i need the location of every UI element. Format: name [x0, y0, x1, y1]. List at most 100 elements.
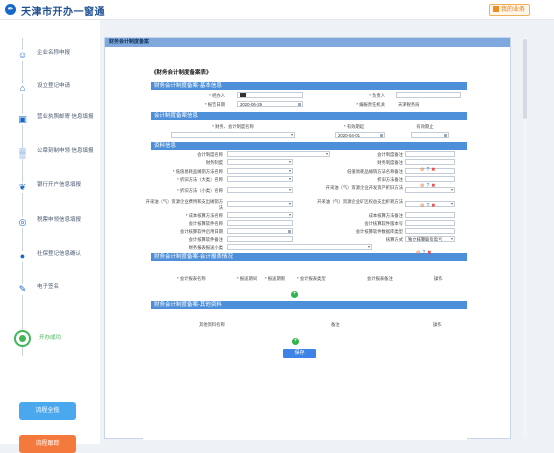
success-dot-icon — [14, 330, 31, 347]
table-header: 其他资料名称 — [199, 322, 225, 327]
add-other-button[interactable]: + — [292, 338, 299, 345]
settings-icon[interactable]: ⚙ — [420, 167, 424, 173]
data-label: 会计核算软件名称 — [188, 221, 223, 226]
my-business-button[interactable]: 我的业务 — [489, 4, 531, 16]
cost-method-select[interactable] — [227, 212, 293, 218]
tax-office-label: * 编报责任机关 — [356, 102, 385, 107]
help-icon[interactable]: ? — [426, 167, 429, 173]
leader-label: * 负责人 — [369, 93, 385, 98]
step-success[interactable]: 开办成功 — [14, 330, 97, 347]
home-icon: ⌂ — [17, 83, 28, 94]
table-header: * 会计报表类型 — [297, 276, 326, 281]
step-registration[interactable]: ⌂ 设立登记申请 — [17, 81, 97, 97]
settings-icon[interactable]: ⚙ — [420, 183, 424, 189]
data-label: 会计制度名称 — [197, 152, 223, 157]
license-icon: ▣ — [17, 114, 28, 125]
step-seal[interactable]: ▒ 公章刻制申领 信息填报 — [17, 146, 97, 162]
accounting-system-select[interactable] — [227, 151, 330, 157]
leader-input[interactable] — [396, 92, 461, 98]
process-overview-button[interactable]: 流程全揽 — [19, 402, 76, 420]
report-subtype-select[interactable] — [227, 244, 372, 250]
form-title: 《财务会计制度备案表》 — [151, 70, 212, 76]
main-panel: 财务会计制度备案 《财务会计制度备案表》 财务会计制度备案-基本信息 * 经办人… — [104, 37, 511, 440]
step-tax-invoice[interactable]: ◎ 税票申领信息填报 — [17, 215, 97, 231]
report-date-label: * 报告日期 — [204, 102, 225, 107]
data-label: 核算方式 — [385, 237, 403, 242]
row-toolbar: ⚙? ✖ — [420, 167, 437, 173]
table-header: 会计报表备注 — [367, 276, 393, 281]
step-social-security[interactable]: ● 社保登记信息确认 — [17, 249, 97, 265]
save-button[interactable]: 保存 — [283, 349, 316, 358]
seal-icon: ▒ — [17, 148, 28, 159]
software-version-input[interactable] — [405, 220, 455, 226]
data-label: 财务报表报送小类 — [188, 245, 223, 250]
scroll-thumb[interactable] — [523, 39, 527, 119]
depreciation-minor-select[interactable] — [227, 187, 293, 193]
settings-icon[interactable]: ⚙ — [420, 203, 424, 209]
step-license-mail[interactable]: ▣ 营业执照邮寄 信息填报 — [17, 112, 97, 128]
delete-icon[interactable]: ✖ — [427, 250, 431, 256]
panel-title: 财务会计制度备案 — [105, 38, 510, 47]
cost-remark-input[interactable] — [405, 212, 455, 218]
filing-form: 《财务会计制度备案表》 财务会计制度备案-基本信息 * 经办人 ██ * 负责人… — [143, 62, 467, 440]
invoice-icon: ◎ — [17, 217, 28, 228]
step-name-declaration[interactable]: ☺ 企业名称申报 — [17, 48, 97, 64]
finance-remark-input[interactable] — [405, 159, 455, 165]
system-name-select[interactable] — [171, 132, 295, 138]
operator-input[interactable]: ██ — [237, 92, 303, 98]
data-label: * 成本核算方法名称 — [185, 213, 223, 218]
delete-icon[interactable]: ✖ — [431, 183, 435, 189]
accounting-mode-select[interactable]: 独立核算联负盈亏 — [405, 236, 455, 242]
software-start-date-input[interactable] — [227, 228, 293, 234]
table-header: * 会计报表名称 — [177, 276, 206, 281]
data-label: 会计核算软件版本号 — [364, 221, 403, 226]
data-label: 成本核算方法备注 — [368, 213, 403, 218]
finance-system-select[interactable] — [227, 159, 293, 165]
depreciation-remark-input[interactable] — [405, 176, 455, 182]
effective-to-input[interactable] — [411, 132, 449, 138]
settings-icon[interactable]: ⚙ — [416, 250, 420, 256]
delete-icon[interactable]: ✖ — [431, 167, 435, 173]
table-header: 备注 — [331, 322, 340, 327]
effective-from-input[interactable]: 2020-04-01 — [335, 132, 385, 138]
help-icon[interactable]: ? — [422, 250, 425, 256]
add-report-button[interactable]: + — [291, 291, 298, 298]
report-date-input[interactable]: 2020-06-29 — [237, 101, 303, 107]
data-label: 财务制度 — [205, 160, 223, 165]
help-icon[interactable]: ? — [426, 203, 429, 209]
data-label: 折旧方法备注 — [377, 177, 403, 182]
help-icon[interactable]: ? — [426, 183, 429, 189]
step-label: 设立登记申请 — [37, 83, 71, 89]
step-label: 电子签名 — [37, 284, 60, 290]
software-name-input[interactable] — [227, 220, 293, 226]
bank-icon: ❦ — [17, 182, 28, 193]
step-e-signature[interactable]: ✎ 电子签名 — [17, 282, 97, 298]
depreciation-major-select[interactable] — [227, 176, 293, 182]
section-basic: 财务会计制度备案-基本信息 — [151, 82, 467, 90]
low-value-method-select[interactable] — [227, 168, 293, 174]
section-accounting: 会计制度备案信息 — [151, 112, 467, 120]
software-db-input[interactable] — [405, 228, 455, 234]
step-label: 银行开户信息填报 — [37, 182, 82, 188]
oil-expense-method-select[interactable] — [227, 201, 293, 207]
data-label: * 折旧方法（小类）名称 — [177, 188, 223, 193]
data-label: * 折旧方法（大类）名称 — [177, 177, 223, 182]
operator-label: * 经办人 — [209, 93, 225, 98]
data-label: 会计核算软件数据库类型 — [355, 229, 403, 234]
data-label: 会计核算软件备注 — [188, 237, 223, 242]
my-business-label: 我的业务 — [501, 7, 526, 13]
vertical-scrollbar[interactable] — [523, 37, 527, 437]
process-tracking-button[interactable]: 流程跟踪 — [19, 435, 76, 453]
section-data: 资料信息 — [151, 142, 467, 150]
step-label: 税票申领信息填报 — [37, 217, 82, 223]
system-name-label: * 财务、会计制度名称 — [212, 124, 254, 129]
step-bank-account[interactable]: ❦ 银行开户信息填报 — [17, 180, 97, 196]
accounting-remark-input[interactable] — [405, 151, 455, 157]
software-remark-input[interactable] — [227, 236, 293, 242]
top-bar: ✒ 天津市开办一窗通 我的业务 — [0, 0, 554, 20]
data-label: * 低值易耗品摊销方法名称 — [172, 169, 223, 174]
user-icon: ☺ — [17, 50, 28, 61]
data-label: 会计核算软件启用日期 — [180, 229, 223, 234]
data-label: 财务制度备注 — [377, 160, 403, 165]
delete-icon[interactable]: ✖ — [431, 203, 435, 209]
